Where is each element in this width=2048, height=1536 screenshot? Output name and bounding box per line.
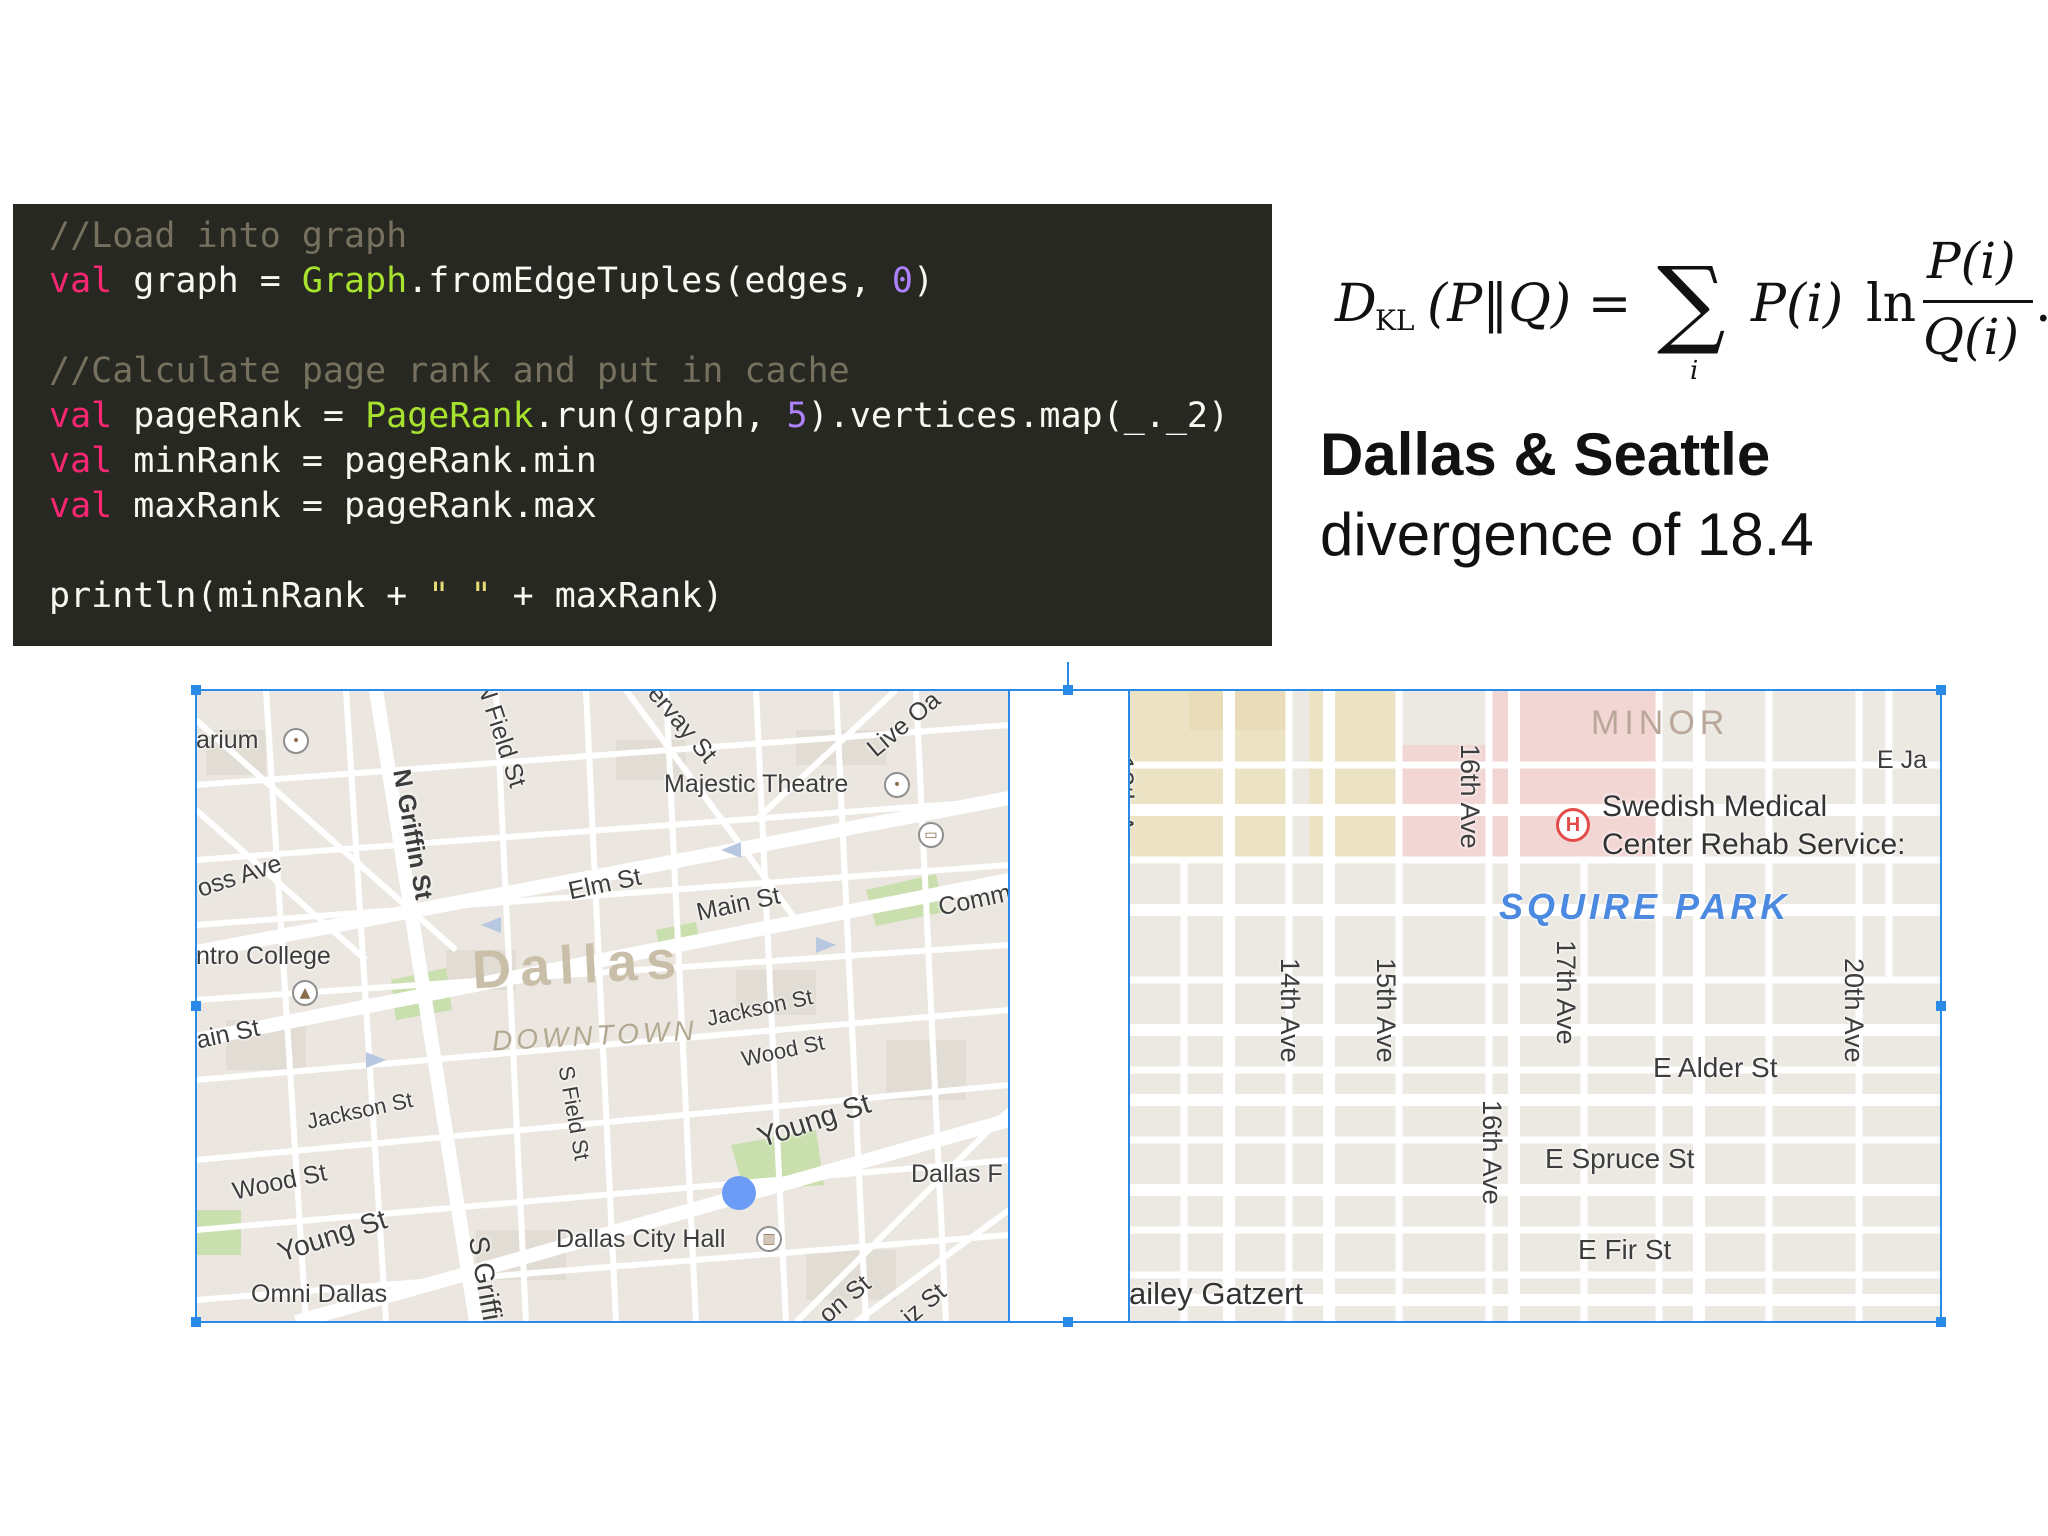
resize-handle-top-right[interactable]	[1936, 685, 1946, 695]
theatre-icon[interactable]: •	[884, 772, 910, 798]
district-label-dallas: Dallas	[470, 929, 687, 1001]
code-token-class: Graph	[301, 261, 408, 301]
poi-label-hospital-line2[interactable]: Center Rehab Service:	[1602, 828, 1906, 862]
code-token-plain: .run(graph,	[533, 396, 787, 436]
formula-ln: ln	[1866, 274, 1917, 334]
street-label-e-ja: E Ja	[1877, 746, 1928, 774]
poi-label-bailey-gatzert[interactable]: ailey Gatzert	[1129, 1276, 1303, 1312]
seattle-street-grid	[1129, 690, 1941, 1322]
code-line: println(minRank + " " + maxRank)	[49, 574, 1272, 619]
code-line: val minRank = pageRank.min	[49, 439, 1272, 484]
street-label-20th-ave: 20th Ave	[1839, 958, 1869, 1063]
poi-label-omni-dallas[interactable]: Omni Dallas	[251, 1280, 387, 1309]
formula-kl-subscript: KL	[1375, 304, 1415, 337]
city-hall-icon[interactable]: ▥	[756, 1226, 782, 1252]
hospital-icon[interactable]: H	[1556, 808, 1590, 842]
code-block: //Load into graph val graph = Graph.fromE…	[13, 204, 1272, 646]
seattle-map[interactable]: MINOR E Ja H Swedish Medical Center Reha…	[1129, 690, 1941, 1322]
poi-label-city-hall[interactable]: Dallas City Hall	[556, 1225, 725, 1254]
neighborhood-label-minor: MINOR	[1591, 704, 1730, 742]
resize-handle-bottom-center[interactable]	[1063, 1317, 1073, 1327]
code-line: val graph = Graph.fromEdgeTuples(edges, …	[49, 259, 1272, 304]
code-line: //Calculate page rank and put in cache	[49, 349, 1272, 394]
code-token-plain: println(minRank +	[49, 576, 429, 616]
dallas-map[interactable]: Dallas DOWNTOWN N Field St ervay St Live…	[196, 690, 1009, 1322]
poi-icon[interactable]: •	[283, 728, 309, 754]
resize-handle-top-center[interactable]	[1063, 685, 1073, 695]
street-label-13th-ave: 13th Ave	[1129, 756, 1139, 861]
code-token-number: 5	[786, 396, 808, 436]
code-token-plain: minRank = pageRank.min	[112, 441, 597, 481]
code-token-plain: + maxRank)	[491, 576, 724, 616]
code-token-plain: )	[912, 261, 935, 301]
formula-period: .	[2035, 274, 2048, 334]
comparison-title: Dallas & Seattle	[1320, 421, 1771, 488]
street-label-e-alder: E Alder St	[1653, 1052, 1778, 1083]
formula-term: P(i)	[1751, 274, 1844, 334]
code-line: //Load into graph	[49, 214, 1272, 259]
formula-fraction-bar	[1923, 300, 2033, 303]
neighborhood-label-squire-park: SQUIRE PARK	[1499, 886, 1791, 927]
formula-numerator: P(i)	[1927, 232, 2016, 290]
code-token-comment: //Calculate page rank and put in cache	[49, 351, 850, 391]
code-token-comment: //Load into graph	[49, 216, 408, 256]
resize-handle-top-left[interactable]	[191, 685, 201, 695]
code-token-plain: .fromEdgeTuples(edges,	[407, 261, 892, 301]
code-token-plain: pageRank =	[112, 396, 366, 436]
location-dot-icon[interactable]	[722, 1176, 756, 1210]
street-label-14th-ave: 14th Ave	[1275, 958, 1305, 1063]
resize-handle-bottom-left[interactable]	[191, 1317, 201, 1327]
hotel-icon[interactable]: ▭	[918, 822, 944, 848]
code-line: val pageRank = PageRank.run(graph, 5).ve…	[49, 394, 1272, 439]
code-token-keyword: val	[49, 441, 113, 481]
poi-label-hospital-line1[interactable]: Swedish Medical	[1602, 790, 1827, 824]
street-label-15th-ave: 15th Ave	[1371, 958, 1401, 1063]
resize-handle-middle-right[interactable]	[1936, 1001, 1946, 1011]
code-token-number: 0	[891, 261, 913, 301]
street-label-16th-ave-bottom: 16th Ave	[1477, 1100, 1507, 1205]
code-token-keyword: val	[49, 396, 113, 436]
street-label-e-fir: E Fir St	[1578, 1234, 1672, 1265]
poi-label-college[interactable]: ntro College	[196, 942, 331, 971]
formula-denominator: Q(i)	[1923, 308, 2019, 366]
resize-handle-middle-left[interactable]	[191, 1001, 201, 1011]
poi-label-aquarium[interactable]: arium	[196, 726, 259, 755]
street-label-e-spruce: E Spruce St	[1545, 1143, 1695, 1174]
formula-index: i	[1690, 356, 1699, 386]
formula-args: (P‖Q) =	[1427, 274, 1632, 334]
code-token-string: " "	[428, 576, 492, 616]
street-label-16th-ave-top: 16th Ave	[1455, 744, 1485, 849]
divergence-value: divergence of 18.4	[1320, 501, 1814, 568]
street-label-17th-ave: 17th Ave	[1551, 940, 1581, 1045]
code-token-keyword: val	[49, 486, 113, 526]
formula-d: D	[1335, 274, 1377, 334]
poi-label-majestic-theatre[interactable]: Majestic Theatre	[664, 770, 848, 799]
resize-handle-bottom-right[interactable]	[1936, 1317, 1946, 1327]
code-token-keyword: val	[49, 261, 113, 301]
code-token-plain: graph =	[112, 261, 302, 301]
code-token-class: PageRank	[365, 396, 534, 436]
code-token-plain: ).vertices.map(_._2)	[807, 396, 1230, 436]
formula-sigma: ∑	[1657, 246, 1726, 358]
code-token-plain: maxRank = pageRank.max	[112, 486, 597, 526]
code-line: val maxRank = pageRank.max	[49, 484, 1272, 529]
poi-label-dallas-f[interactable]: Dallas F	[911, 1160, 1003, 1189]
kl-divergence-formula: D KL (P‖Q) = ∑ i P(i) ln P(i) Q(i) .	[1335, 232, 2048, 392]
graduation-cap-icon[interactable]: ▲	[292, 980, 318, 1006]
